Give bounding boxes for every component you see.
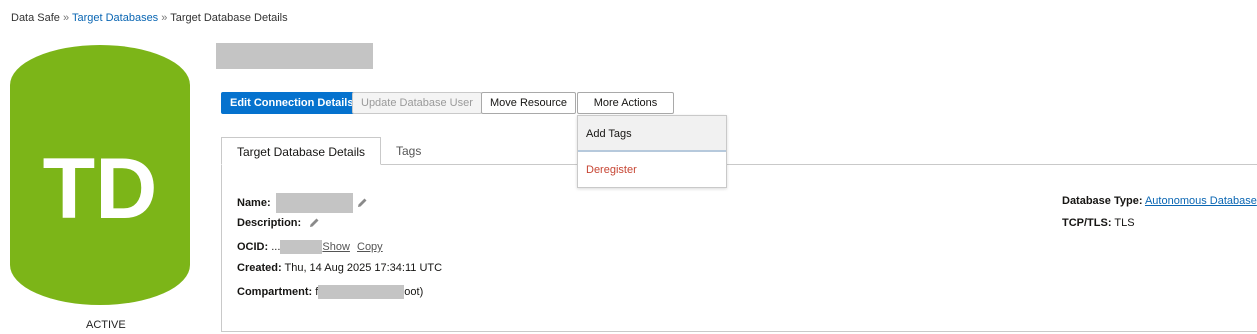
compartment-row: Compartment: f oot) xyxy=(237,285,423,299)
created-label: Created: xyxy=(237,262,282,274)
compartment-label: Compartment: xyxy=(237,285,313,298)
more-actions-label: More Actions xyxy=(593,97,658,109)
menu-item-add-tags[interactable]: Add Tags xyxy=(578,116,726,152)
ocid-prefix: ... xyxy=(271,240,281,253)
database-type-link[interactable]: Autonomous Database xyxy=(1145,195,1257,207)
database-initials: TD xyxy=(43,141,158,237)
move-resource-button[interactable]: Move Resource xyxy=(481,92,577,114)
ocid-row: OCID: ... Show Copy xyxy=(237,240,383,254)
ocid-value-redacted xyxy=(280,240,323,254)
status-label: ACTIVE xyxy=(86,319,126,331)
edit-pencil-icon[interactable] xyxy=(356,197,368,209)
edit-connection-details-button[interactable]: Edit Connection Details xyxy=(221,92,363,114)
breadcrumb-target-databases-link[interactable]: Target Databases xyxy=(72,12,158,24)
ocid-copy-link[interactable]: Copy xyxy=(357,241,383,253)
breadcrumb: Data Safe » Target Databases » Target Da… xyxy=(11,12,288,24)
menu-item-deregister[interactable]: Deregister xyxy=(578,152,726,188)
tcp-tls-row: TCP/TLS: TLS xyxy=(1062,217,1135,229)
description-row: Description: xyxy=(237,217,320,229)
description-label: Description: xyxy=(237,217,302,229)
page-title-redacted xyxy=(216,43,373,69)
compartment-suffix: oot) xyxy=(404,285,424,298)
breadcrumb-separator: » xyxy=(161,12,168,24)
update-database-user-button[interactable]: Update Database User xyxy=(352,92,482,114)
breadcrumb-separator: » xyxy=(62,12,70,24)
name-value-redacted xyxy=(275,193,353,213)
ocid-label: OCID: xyxy=(237,240,269,253)
name-label: Name: xyxy=(237,196,271,209)
more-actions-menu: Add Tags Deregister xyxy=(577,115,727,188)
breadcrumb-root: Data Safe xyxy=(11,12,60,24)
database-type-label: Database Type: xyxy=(1062,195,1143,207)
tab-target-database-details[interactable]: Target Database Details xyxy=(221,137,381,165)
ocid-show-link[interactable]: Show xyxy=(322,241,350,253)
database-type-row: Database Type: Autonomous Database xyxy=(1062,195,1257,207)
created-value: Thu, 14 Aug 2025 17:34:11 UTC xyxy=(284,262,443,274)
breadcrumb-current: Target Database Details xyxy=(170,12,288,24)
compartment-value-redacted xyxy=(318,285,405,299)
edit-pencil-icon[interactable] xyxy=(308,217,320,229)
tcp-tls-value: TLS xyxy=(1114,217,1135,229)
tcp-tls-label: TCP/TLS: xyxy=(1062,217,1112,229)
tab-tags[interactable]: Tags xyxy=(396,137,421,165)
database-icon: TD xyxy=(10,45,190,305)
created-row: Created: Thu, 14 Aug 2025 17:34:11 UTC xyxy=(237,262,442,274)
more-actions-button[interactable]: More Actions xyxy=(577,92,674,126)
name-row: Name: xyxy=(237,193,368,213)
